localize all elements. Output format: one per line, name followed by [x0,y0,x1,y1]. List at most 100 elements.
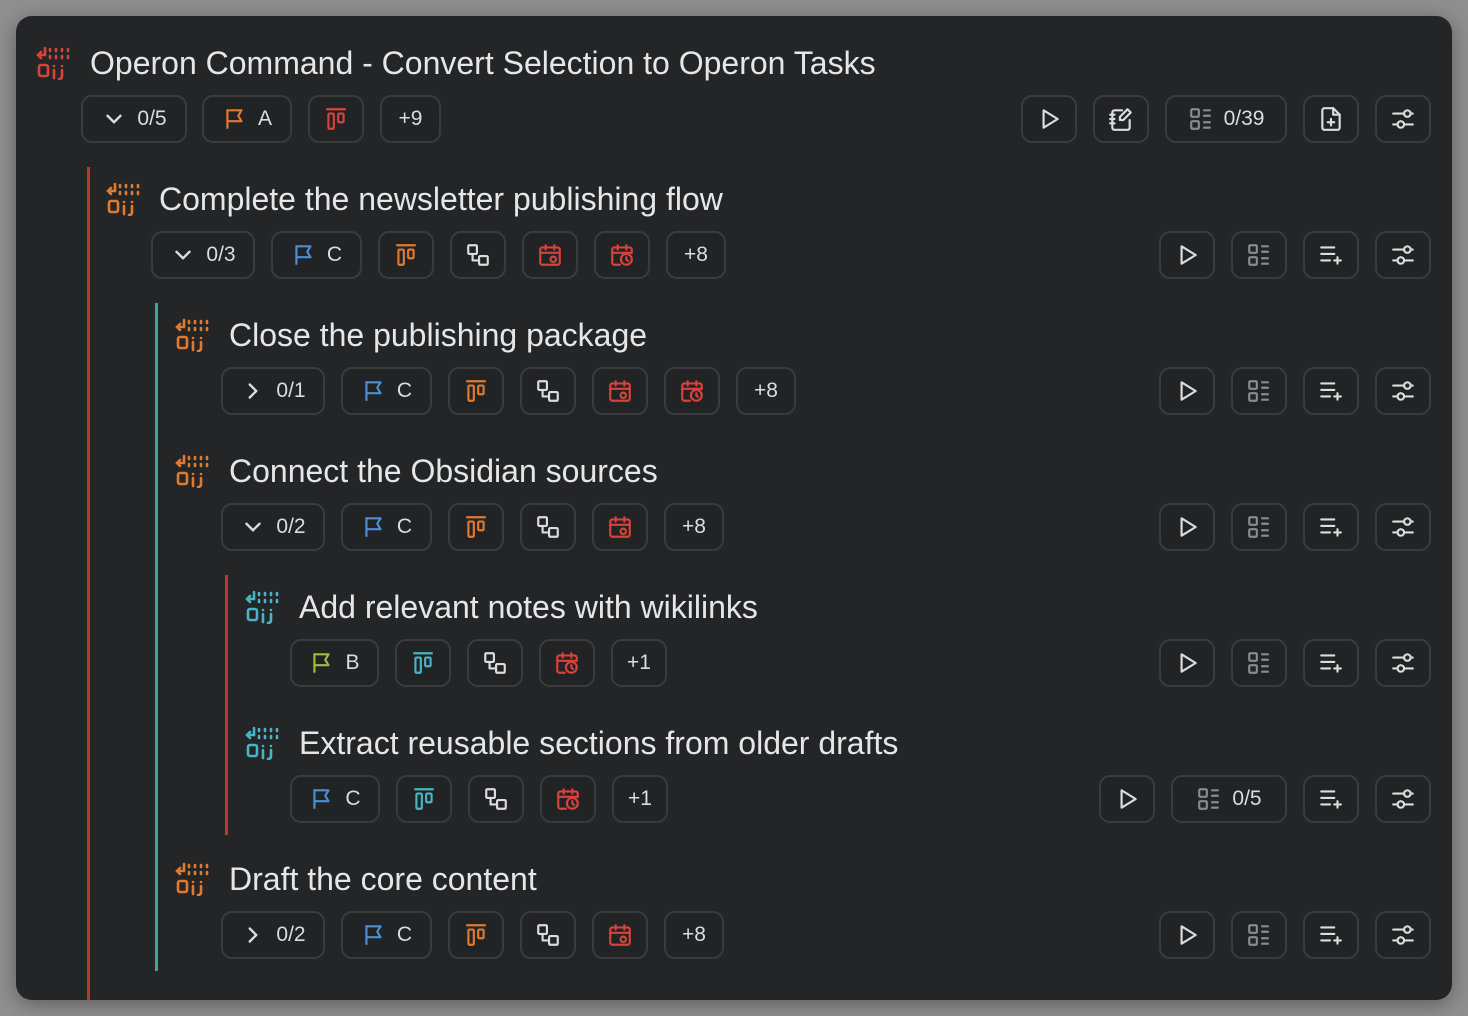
expand-toggle[interactable]: 0/2 [221,911,325,959]
settings-button[interactable] [1375,775,1431,823]
task-toolbar: 0/2 C +8 [16,911,1452,959]
expand-toggle[interactable]: 0/3 [151,231,255,279]
start-date-button[interactable] [592,503,648,551]
start-button[interactable] [1159,503,1215,551]
checklist-button[interactable]: 0/5 [1171,775,1287,823]
dependency-icon [485,788,507,810]
task-toolbar: C +1 0/5 [16,775,1452,823]
checklist-button[interactable] [1231,639,1287,687]
add-subtask-button[interactable] [1303,231,1359,279]
priority-button[interactable]: C [341,503,432,551]
add-subtask-button[interactable] [1303,503,1359,551]
add-subtask-button[interactable] [1303,775,1359,823]
expand-toggle[interactable]: 0/1 [221,367,325,415]
more-properties-button[interactable]: +8 [664,503,724,551]
start-date-button[interactable] [592,367,648,415]
priority-button[interactable]: C [271,231,362,279]
nesting-line-level1 [87,167,90,1000]
settings-button[interactable] [1375,639,1431,687]
settings-button[interactable] [1375,911,1431,959]
expand-toggle[interactable]: 0/2 [221,503,325,551]
task-title[interactable]: Extract reusable sections from older dra… [299,723,898,763]
due-date-button[interactable] [664,367,720,415]
checklist-icon [1198,788,1220,810]
task-toolbar: 0/2 C +8 [16,503,1452,551]
start-button[interactable] [1159,367,1215,415]
dependencies-button[interactable] [468,775,524,823]
task-group-icon [106,182,140,216]
dependencies-button[interactable] [450,231,506,279]
start-button[interactable] [1159,639,1215,687]
status-button[interactable] [448,503,504,551]
status-button[interactable] [448,367,504,415]
priority-button[interactable]: A [202,95,292,143]
more-properties-label: +1 [628,787,652,810]
priority-button[interactable]: C [290,775,380,823]
root-task-title[interactable]: Operon Command - Convert Selection to Op… [90,43,876,83]
checklist-button[interactable]: 0/39 [1165,95,1287,143]
start-button[interactable] [1159,231,1215,279]
task-title[interactable]: Draft the core content [229,859,537,899]
due-date-button[interactable] [540,775,596,823]
priority-label: C [396,515,413,538]
due-date-button[interactable] [539,639,595,687]
add-subtask-button[interactable] [1303,911,1359,959]
play-icon [1180,925,1197,945]
play-icon [1180,381,1197,401]
start-button[interactable] [1159,911,1215,959]
file-plus-icon [1321,107,1341,131]
dependencies-button[interactable] [520,911,576,959]
checklist-button[interactable] [1231,231,1287,279]
more-properties-label: +8 [682,515,706,538]
task-title[interactable]: Complete the newsletter publishing flow [159,179,723,219]
more-properties-button[interactable]: +8 [736,367,796,415]
flag-icon [226,109,243,129]
status-button[interactable] [308,95,364,143]
chevron-right-icon [248,383,258,399]
status-button[interactable] [378,231,434,279]
more-properties-button[interactable]: +9 [380,95,441,143]
add-subtask-button[interactable] [1303,639,1359,687]
more-properties-button[interactable]: +1 [611,639,667,687]
task-title[interactable]: Add relevant notes with wikilinks [299,587,758,627]
dependencies-button[interactable] [520,367,576,415]
checklist-progress: 0/39 [1223,107,1265,130]
priority-button[interactable]: C [341,367,432,415]
priority-button[interactable]: B [290,639,379,687]
add-subtask-button[interactable] [1303,367,1359,415]
start-date-button[interactable] [592,911,648,959]
new-file-button[interactable] [1303,95,1359,143]
checklist-button[interactable] [1231,367,1287,415]
kanban-icon [413,652,433,674]
settings-button[interactable] [1375,231,1431,279]
dependency-icon [537,516,559,538]
dependencies-button[interactable] [520,503,576,551]
start-button[interactable] [1021,95,1077,143]
dependency-icon [537,380,559,402]
dependencies-button[interactable] [467,639,523,687]
status-button[interactable] [395,639,451,687]
priority-label: C [326,243,343,266]
priority-button[interactable]: C [341,911,432,959]
checklist-button[interactable] [1231,503,1287,551]
checklist-button[interactable] [1231,911,1287,959]
more-properties-button[interactable]: +8 [666,231,726,279]
settings-button[interactable] [1375,503,1431,551]
status-button[interactable] [396,775,452,823]
start-button[interactable] [1099,775,1155,823]
due-date-button[interactable] [594,231,650,279]
status-button[interactable] [448,911,504,959]
expand-toggle[interactable]: 0/5 [81,95,187,143]
settings-button[interactable] [1375,367,1431,415]
chevron-down-icon [106,114,123,124]
subtask-progress: 0/2 [276,923,306,946]
start-date-button[interactable] [522,231,578,279]
edit-note-button[interactable] [1093,95,1149,143]
list-plus-icon [1320,790,1342,809]
task-title[interactable]: Close the publishing package [229,315,647,355]
task-title[interactable]: Connect the Obsidian sources [229,451,658,491]
kanban-icon [414,788,434,810]
settings-button[interactable] [1375,95,1431,143]
more-properties-button[interactable]: +8 [664,911,724,959]
more-properties-button[interactable]: +1 [612,775,668,823]
